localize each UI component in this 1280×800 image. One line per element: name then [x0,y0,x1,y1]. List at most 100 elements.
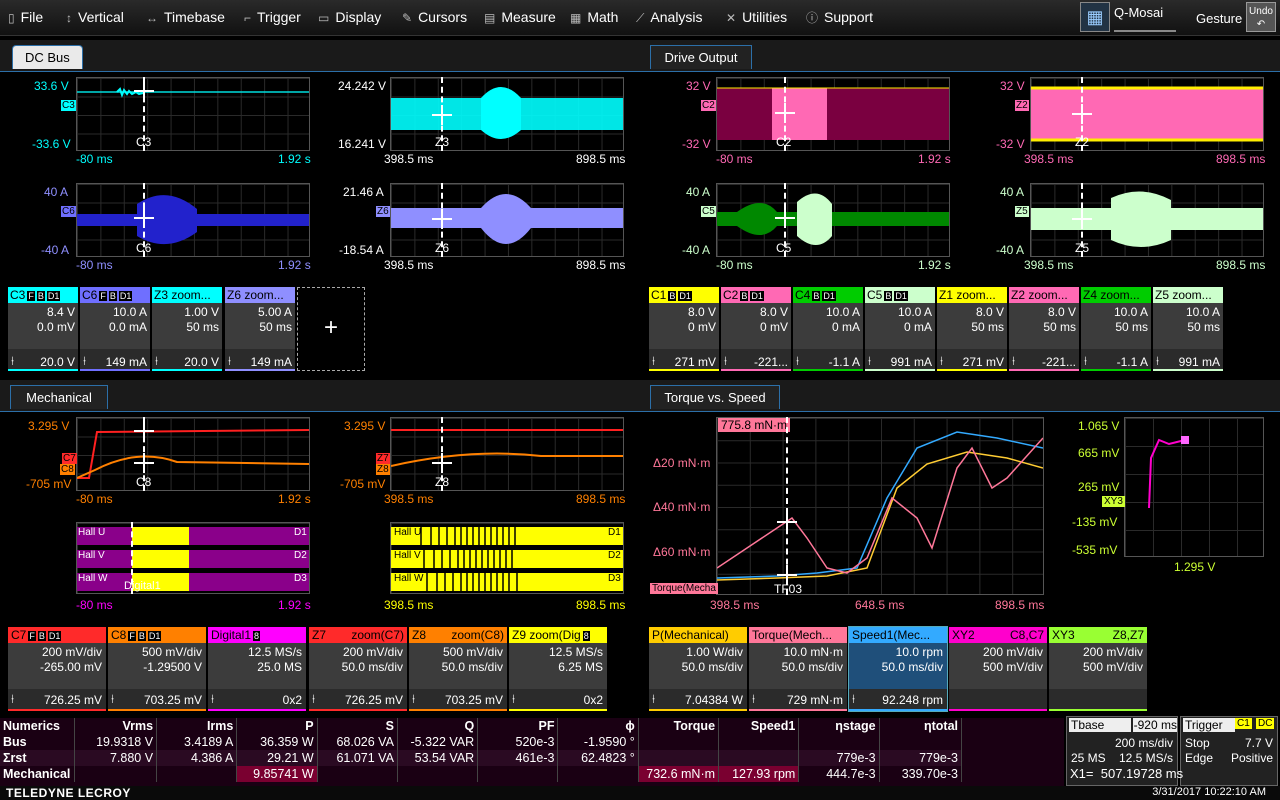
numerics-header: ϕ [557,718,639,734]
z8-channel-tag[interactable]: Z8 [376,464,390,475]
menu-cursors[interactable]: ✎ Cursors [402,9,467,25]
torque-crosshair-icon[interactable] [777,512,797,532]
descriptor-header: C1 B D1 [649,287,719,303]
descriptor-box-z8[interactable]: Z8 zoom(C8) 500 mV/div 50.0 ms/div ⍿ 703.25 m… [409,627,507,711]
menu-display[interactable]: ▭ Display [318,9,381,25]
z7-crosshair-icon[interactable] [432,453,452,473]
descriptor-box-c5[interactable]: C5 B D1 10.0 A0 mA ⍿ 991 mA [865,287,935,371]
c6-crosshair-icon[interactable] [134,208,154,228]
numerics-table[interactable]: Numerics Vrms Irms P S Q PF ϕ Torque Speed1 ηstage… [0,718,1064,786]
descriptor-box-c8[interactable]: C8 F B D1 500 mV/div -1.29500 V ⍿ 703.25 mV [108,627,206,711]
z3-crosshair-icon[interactable] [432,105,452,125]
trigger-mode: Stop [1185,736,1210,750]
tab-mechanical[interactable]: Mechanical [10,385,108,409]
undo-button[interactable]: Undo ↶ [1246,2,1276,32]
descriptor-box-c2[interactable]: C2 B D1 8.0 V0 mV ⍿ -221... [721,287,791,371]
add-channel-button[interactable]: + [297,287,365,371]
z7-channel-tag[interactable]: Z7 [376,453,390,464]
torque-channel-tag[interactable]: Torque(Mecha [650,583,718,594]
descriptor-header: Z2 zoom... [1009,287,1079,303]
menu-file[interactable]: ▯ File [8,9,43,25]
plot-c6[interactable] [76,183,310,257]
menu-timebase[interactable]: ↔ Timebase [146,9,225,25]
c8-channel-tag[interactable]: C8 [60,464,75,475]
plot-z5[interactable] [1030,183,1264,257]
c3-crosshair-icon[interactable] [134,81,154,101]
descriptor-box-z9-zoom-dig[interactable]: Z9 zoom(Dig 8 12.5 MS/s 6.25 MS ⍿ 0x2 [509,627,607,711]
menu-support[interactable]: ⓘ Support [806,9,873,26]
c2-channel-tag[interactable]: C2 [701,100,716,111]
menu-vertical[interactable]: ↕ Vertical [66,9,124,25]
c3-channel-tag[interactable]: C3 [61,100,76,111]
z6-crosshair-icon[interactable] [432,209,452,229]
gesture-label[interactable]: Gesture [1196,11,1242,26]
descriptor-box-z4-zoom-[interactable]: Z4 zoom... 10.0 A 50 ms ⍿ -1.1 A [1081,287,1151,371]
descriptor-scale: 500 mV/div [442,645,503,659]
plot-xy[interactable] [1124,417,1264,557]
descriptor-scale: 1.00 W/div [686,645,743,659]
trigger-panel[interactable]: Trigger C1 DC Stop 7.7 V Edge Positive [1180,716,1278,786]
plot-z6[interactable] [390,183,624,257]
descriptor-scale: 10.0 A [825,305,860,319]
digital-row-hall-u: Hall U [78,527,106,538]
descriptor-box-c3[interactable]: C3 F B D1 8.4 V 0.0 mV ⍿ 20.0 V [8,287,78,371]
speed-crosshair-icon[interactable] [777,565,797,585]
descriptor-box-speed1-mec-[interactable]: Speed1(Mec... 10.0 rpm 50.0 ms/div ⍿ 92.248 … [848,626,948,712]
qmosaic-icon[interactable]: ▦ [1080,2,1110,32]
plot-z2[interactable] [1030,77,1264,151]
digital-cursor[interactable] [131,522,133,594]
plot-c3[interactable] [76,77,310,151]
descriptor-box-z2-zoom-[interactable]: Z2 zoom... 8.0 V 50 ms ⍿ -221... [1009,287,1079,371]
c7-crosshair-icon[interactable] [134,421,154,441]
menu-math[interactable]: ▦ Math [570,9,618,25]
qmosaic-label[interactable]: Q-Mosai [1114,2,1176,32]
tab-drive-output[interactable]: Drive Output [650,45,752,69]
descriptor-box-c4[interactable]: C4 B D1 10.0 A0 mA ⍿ -1.1 A [793,287,863,371]
plot-c2[interactable] [716,77,950,151]
plot-c5[interactable] [716,183,950,257]
descriptor-box-c6[interactable]: C6 F B D1 10.0 A 0.0 mA ⍿ 149 mA [80,287,150,371]
descriptor-box-c1[interactable]: C1 B D1 8.0 V0 mV ⍿ 271 mV [649,287,719,371]
plot-z3[interactable] [390,77,624,151]
descriptor-scale: 10.0 A [897,305,932,319]
c5-crosshair-icon[interactable] [775,208,795,228]
descriptor-name: Z1 zoom... [939,288,996,302]
menu-utilities[interactable]: ✕ Utilities [726,9,787,25]
descriptor-box-c7[interactable]: C7 F B D1 200 mV/div -265.00 mV ⍿ 726.25 mV [8,627,106,711]
descriptor-box-z6-zoom-[interactable]: Z6 zoom... 5.00 A 50 ms ⍿ 149 mA [225,287,295,371]
descriptor-box-z7[interactable]: Z7 zoom(C7) 200 mV/div 50.0 ms/div ⍿ 726.25 m… [309,627,407,711]
descriptor-box-xy2[interactable]: XY2 C8,C7 200 mV/div 500 mV/div [949,627,1047,711]
torque-y-label-3: Δ60 mN·m [653,545,711,559]
descriptor-flag: D1 [46,291,61,301]
z5-channel-tag[interactable]: Z5 [1015,206,1029,217]
menu-measure[interactable]: ▤ Measure [484,9,556,25]
c8-crosshair-icon[interactable] [134,453,154,473]
c7-channel-tag[interactable]: C7 [62,453,77,464]
plot-digital[interactable] [76,522,310,594]
descriptor-box-z1-zoom-[interactable]: Z1 zoom... 8.0 V 50 ms ⍿ 271 mV [937,287,1007,371]
descriptor-box-torque-mech-[interactable]: Torque(Mech... 10.0 mN·m 50.0 ms/div ⍿ 729 m… [749,627,847,711]
descriptor-box-xy3[interactable]: XY3 Z8,Z7 200 mV/div 500 mV/div [1049,627,1147,711]
xy-channel-tag[interactable]: XY3 [1102,496,1125,507]
c6-channel-tag[interactable]: C6 [61,206,76,217]
c2-crosshair-icon[interactable] [775,103,795,123]
menu-analysis[interactable]: ⟋ Analysis [636,9,703,26]
z5-crosshair-icon[interactable] [1072,209,1092,229]
plot-torque-speed[interactable] [716,417,1044,595]
z2-channel-tag[interactable]: Z2 [1015,100,1029,111]
descriptor-box-digital1[interactable]: Digital1 8 12.5 MS/s 25.0 MS ⍿ 0x2 [208,627,306,711]
descriptor-header: Digital1 8 [208,627,306,643]
descriptor-box-p-mechanical-[interactable]: P(Mechanical) 1.00 W/div 50.0 ms/div ⍿ 7.043… [649,627,747,711]
descriptor-box-z3-zoom-[interactable]: Z3 zoom... 1.00 V 50 ms ⍿ 20.0 V [152,287,222,371]
plot-c7-c8[interactable] [76,417,310,491]
numerics-cell: 36.359 W [236,734,318,750]
tab-torque-speed[interactable]: Torque vs. Speed [650,385,780,409]
descriptor-box-z5-zoom-[interactable]: Z5 zoom... 10.0 A 50 ms ⍿ 991 mA [1153,287,1223,371]
tab-dc-bus[interactable]: DC Bus [12,45,83,69]
plot-z7-z8[interactable] [390,417,624,491]
menu-trigger[interactable]: ⌐ Trigger [244,9,301,25]
plot-z9[interactable] [390,522,624,594]
z2-crosshair-icon[interactable] [1072,104,1092,124]
c5-channel-tag[interactable]: C5 [701,206,716,217]
z6-channel-tag[interactable]: Z6 [376,206,390,217]
